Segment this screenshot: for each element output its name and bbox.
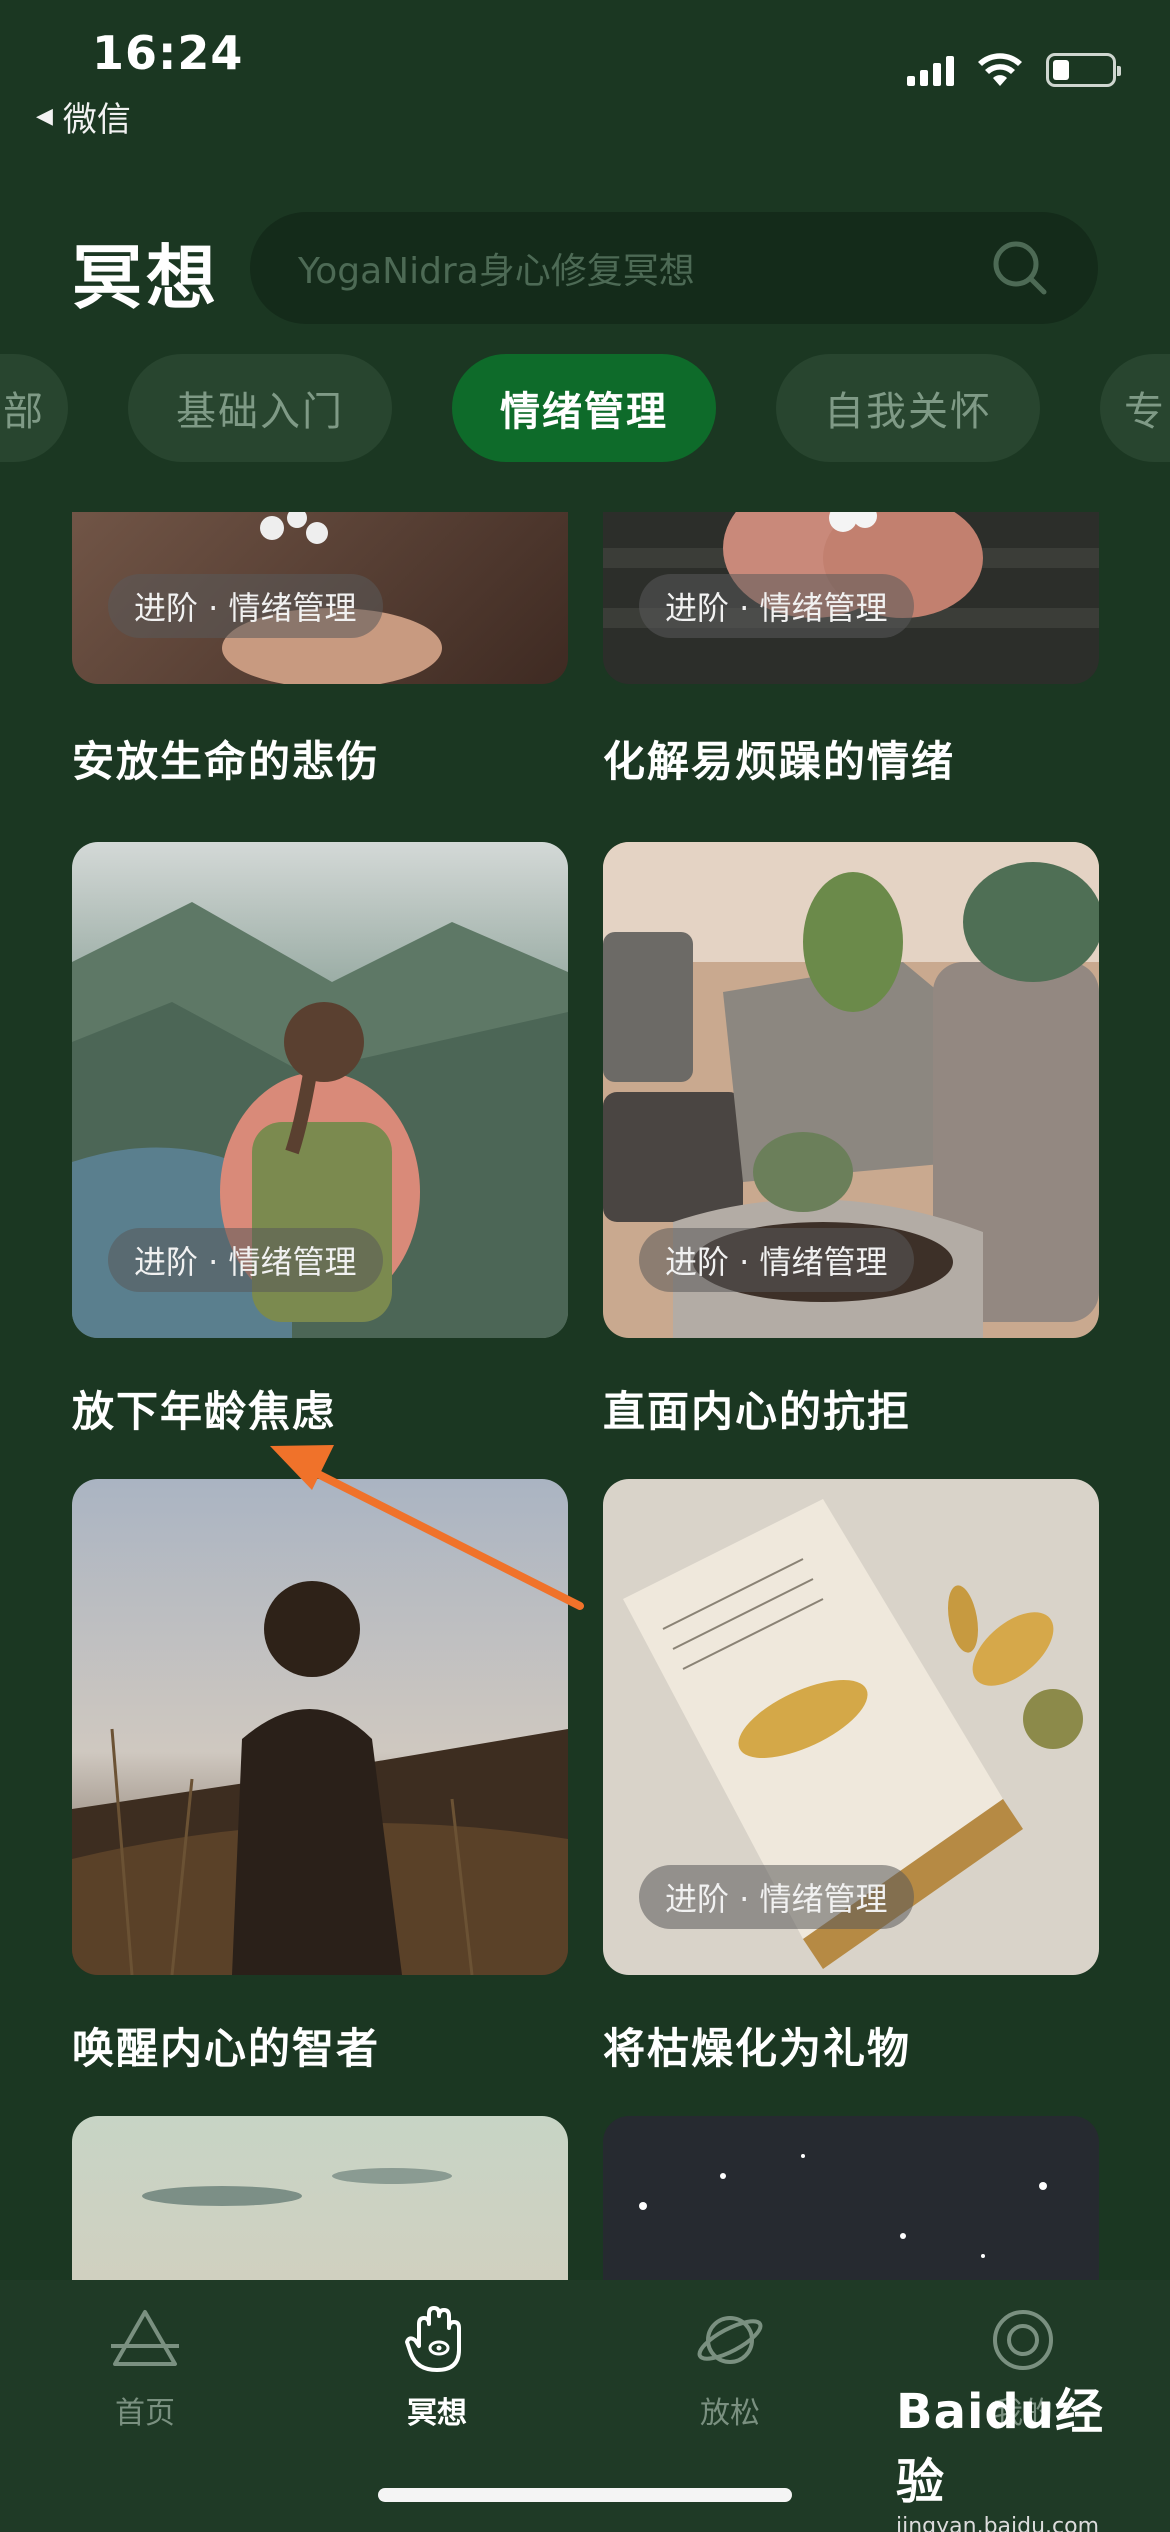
status-time: 16:24: [92, 26, 244, 80]
hand-icon: [405, 2306, 461, 2372]
nav-home[interactable]: 首页: [45, 2302, 245, 2432]
course-title: 放下年龄焦虑: [72, 1387, 337, 1436]
course-tag: 进阶 · 情绪管理: [108, 574, 383, 638]
course-thumbnail: [72, 1479, 568, 1975]
tab-self-care[interactable]: 自我关怀: [776, 354, 1040, 462]
nav-meditation[interactable]: 冥想: [337, 2302, 537, 2432]
course-thumbnail: 进阶 · 情绪管理: [72, 512, 568, 684]
target-icon: [993, 2310, 1053, 2370]
page-title: 冥想: [72, 237, 220, 319]
status-icons: [907, 52, 1121, 88]
category-tabs: 部 基础入门 情绪管理 自我关怀 专: [0, 354, 1170, 462]
tab-basics[interactable]: 基础入门: [128, 354, 392, 462]
course-title: 直面内心的抗拒: [603, 1387, 912, 1436]
course-thumbnail: 进阶 · 情绪管理: [72, 842, 568, 1338]
triangle-icon: [111, 2310, 179, 2366]
watermark-url: jingyan.baidu.com: [896, 2514, 1100, 2532]
search-icon[interactable]: [990, 238, 1050, 298]
course-title: 将枯燥化为礼物: [603, 2024, 912, 2073]
search-input[interactable]: YogaNidra身心修复冥想: [298, 242, 990, 294]
tab-special[interactable]: 专: [1100, 354, 1170, 462]
planet-icon: [697, 2316, 763, 2364]
course-tag: 进阶 · 情绪管理: [108, 1228, 383, 1292]
home-indicator: [378, 2488, 792, 2502]
tab-emotion-management[interactable]: 情绪管理: [452, 354, 716, 462]
course-thumbnail: 进阶 · 情绪管理: [603, 1479, 1099, 1975]
course-title: 安放生命的悲伤: [72, 737, 381, 786]
nav-relax[interactable]: 放松: [630, 2302, 830, 2432]
course-thumbnail: [72, 2116, 568, 2280]
course-thumbnail: [603, 2116, 1099, 2280]
course-title: 化解易烦躁的情绪: [603, 737, 956, 786]
course-thumbnail: 进阶 · 情绪管理: [603, 842, 1099, 1338]
back-triangle-icon: ◀: [36, 104, 53, 129]
course-tag: 进阶 · 情绪管理: [639, 1228, 914, 1292]
back-to-app-button[interactable]: ◀ 微信: [36, 92, 131, 141]
battery-icon: [1046, 53, 1121, 87]
wifi-icon: [978, 53, 1022, 86]
signal-icon: [907, 54, 954, 86]
course-grid: 进阶 · 情绪管理 安放生命的悲伤 进阶 · 情绪管理 化解易烦躁的情绪 进阶 …: [0, 512, 1170, 2280]
back-app-label: 微信: [62, 100, 131, 140]
baidu-watermark: Baidu经验 jingyan.baidu.com: [896, 2372, 1136, 2532]
watermark-logo: Baidu经验: [896, 2384, 1104, 2510]
tab-all[interactable]: 部: [0, 354, 68, 462]
course-tag: 进阶 · 情绪管理: [639, 574, 914, 638]
course-thumbnail: 进阶 · 情绪管理: [603, 512, 1099, 684]
course-title: 唤醒内心的智者: [72, 2024, 381, 2073]
search-bar[interactable]: YogaNidra身心修复冥想: [250, 212, 1098, 324]
course-tag: 进阶 · 情绪管理: [639, 1865, 914, 1929]
